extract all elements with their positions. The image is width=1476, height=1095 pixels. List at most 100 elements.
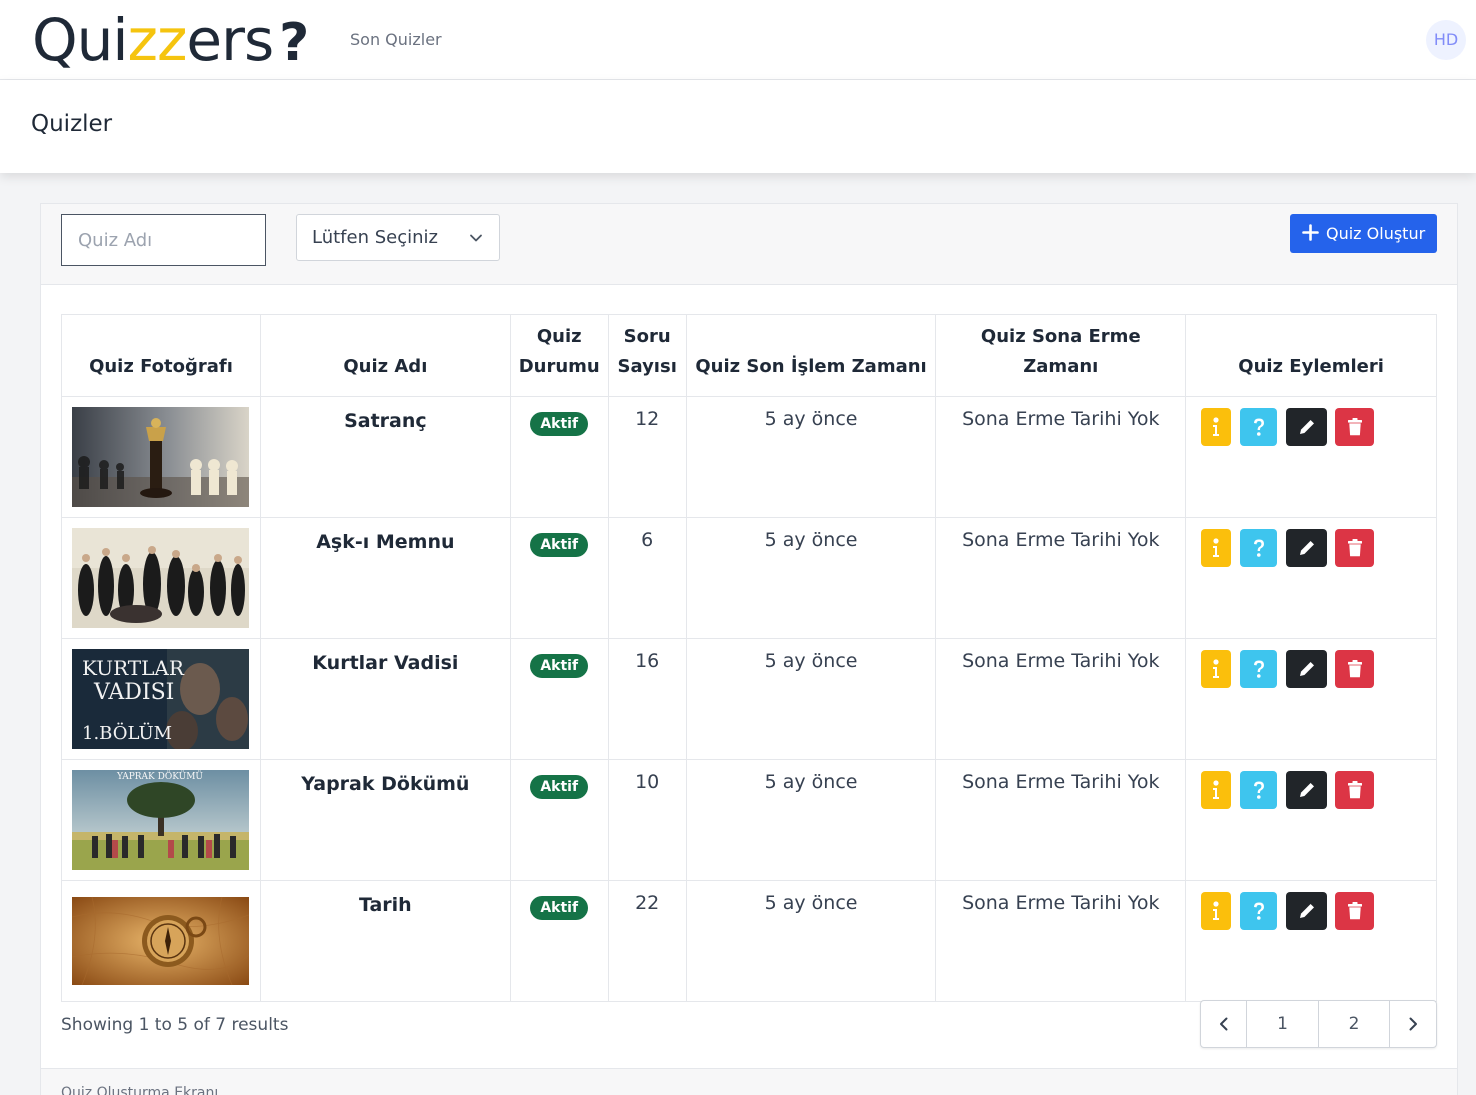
pencil-icon: [1299, 662, 1314, 676]
column-header-photo: Quiz Fotoğrafı: [61, 314, 261, 397]
quiz-list-card: Lütfen Seçiniz Quiz Oluştur Quiz Fotoğra…: [40, 203, 1458, 1095]
card-footer-text: Quiz Oluşturma Ekranı: [61, 1085, 219, 1095]
trash-icon: [1347, 902, 1362, 920]
quiz-edit-button[interactable]: [1286, 408, 1328, 446]
photo-cell: [61, 880, 261, 1002]
quiz-table: Quiz Fotoğrafı Quiz Adı Quiz Durumu Soru…: [61, 314, 1437, 1002]
pagination-previous-button[interactable]: [1201, 1001, 1247, 1047]
quiz-questions-button[interactable]: [1240, 771, 1278, 809]
quiz-info-button[interactable]: [1201, 892, 1232, 930]
quiz-delete-button[interactable]: [1335, 408, 1375, 446]
card-footer: Quiz Oluşturma Ekranı: [41, 1068, 1457, 1095]
status-cell: Aktif: [509, 396, 609, 518]
quiz-name-cell: Yaprak Dökümü: [259, 759, 511, 881]
quiz-info-button[interactable]: [1201, 771, 1232, 809]
question-count-cell: 12: [607, 396, 687, 518]
pagination-next-button[interactable]: [1390, 1001, 1436, 1047]
create-quiz-button[interactable]: Quiz Oluştur: [1290, 214, 1437, 253]
quiz-questions-button[interactable]: [1240, 892, 1278, 930]
quiz-photo-ask-i-memnu: [72, 528, 249, 628]
image-text-bolum: 1.BÖLÜM: [82, 721, 172, 744]
column-header-question-count: Soru Sayısı: [607, 314, 687, 397]
last-action-cell: 5 ay önce: [685, 880, 937, 1002]
quiz-photo-chess: [72, 407, 249, 507]
quiz-info-button[interactable]: [1201, 650, 1232, 688]
table-row: Aşk-ı Memnu Aktif 6 5 ay önce Sona Erme …: [61, 517, 1437, 639]
question-icon: [1253, 660, 1264, 678]
status-cell: Aktif: [509, 880, 609, 1002]
pencil-icon: [1299, 541, 1314, 555]
logo-question-mark: ?: [279, 13, 309, 73]
expiry-cell: Sona Erme Tarihi Yok: [935, 759, 1187, 881]
quiz-delete-button[interactable]: [1335, 892, 1375, 930]
quiz-edit-button[interactable]: [1286, 892, 1328, 930]
info-icon: [1213, 901, 1220, 920]
trash-icon: [1347, 781, 1362, 799]
chevron-right-icon: [1409, 1017, 1417, 1031]
quiz-info-button[interactable]: [1201, 529, 1232, 567]
logo-text-highlight: zz: [127, 6, 188, 74]
status-filter-value: Lütfen Seçiniz: [312, 227, 438, 248]
status-badge: Aktif: [530, 775, 589, 799]
expiry-cell: Sona Erme Tarihi Yok: [935, 880, 1187, 1002]
status-cell: Aktif: [509, 517, 609, 639]
last-action-cell: 5 ay önce: [685, 638, 937, 760]
trash-icon: [1347, 539, 1362, 557]
quiz-delete-button[interactable]: [1335, 529, 1375, 567]
last-action-cell: 5 ay önce: [685, 517, 937, 639]
quiz-edit-button[interactable]: [1286, 529, 1328, 567]
pagination-page-2[interactable]: 2: [1319, 1001, 1390, 1047]
expiry-cell: Sona Erme Tarihi Yok: [935, 517, 1187, 639]
logo-text-start: Qui: [32, 6, 129, 74]
image-text-kurtlar: KURTLAR: [82, 656, 185, 680]
column-header-last-action-time: Quiz Son İşlem Zamanı: [685, 314, 937, 397]
question-count-cell: 22: [607, 880, 687, 1002]
pencil-icon: [1299, 420, 1314, 434]
quiz-questions-button[interactable]: [1240, 650, 1278, 688]
quiz-photo-tarih: [72, 896, 249, 986]
expiry-cell: Sona Erme Tarihi Yok: [935, 396, 1187, 518]
logo[interactable]: Quizzers?: [32, 4, 309, 79]
image-text-yaprak-dokumu: YAPRAK DÖKÜMÜ: [116, 770, 203, 782]
quiz-name-cell: Tarih: [259, 880, 511, 1002]
photo-cell: KURTLAR VADISI 1.BÖLÜM: [61, 638, 261, 760]
question-count-cell: 6: [607, 517, 687, 639]
user-avatar[interactable]: HD: [1426, 20, 1466, 60]
quiz-delete-button[interactable]: [1335, 650, 1375, 688]
expiry-cell: Sona Erme Tarihi Yok: [935, 638, 1187, 760]
quiz-questions-button[interactable]: [1240, 529, 1278, 567]
create-quiz-label: Quiz Oluştur: [1326, 224, 1426, 243]
pencil-icon: [1299, 783, 1314, 797]
actions-cell: [1185, 759, 1437, 881]
page-title: Quizler: [31, 111, 113, 137]
table-row: Tarih Aktif 22 5 ay önce Sona Erme Tarih…: [61, 880, 1437, 1002]
image-text-vadisi: VADISI: [93, 680, 174, 705]
actions-cell: [1185, 638, 1437, 760]
trash-icon: [1347, 660, 1362, 678]
question-icon: [1253, 418, 1264, 436]
pagination-page-1[interactable]: 1: [1247, 1001, 1319, 1047]
question-icon: [1253, 539, 1264, 557]
status-cell: Aktif: [509, 759, 609, 881]
quiz-delete-button[interactable]: [1335, 771, 1375, 809]
status-badge: Aktif: [530, 412, 589, 436]
status-badge: Aktif: [530, 654, 589, 678]
info-icon: [1213, 538, 1220, 557]
quiz-edit-button[interactable]: [1286, 650, 1328, 688]
quiz-name-cell: Kurtlar Vadisi: [259, 638, 511, 760]
quiz-name-cell: Satranç: [259, 396, 511, 518]
status-badge: Aktif: [530, 896, 589, 920]
quiz-questions-button[interactable]: [1240, 408, 1278, 446]
quiz-edit-button[interactable]: [1286, 771, 1328, 809]
photo-cell: [61, 396, 261, 518]
quiz-photo-kurtlar-vadisi: KURTLAR VADISI 1.BÖLÜM: [72, 649, 249, 749]
column-header-actions: Quiz Eylemleri: [1185, 314, 1437, 397]
nav-link-recent-quizzes[interactable]: Son Quizler: [350, 30, 442, 49]
question-icon: [1253, 902, 1264, 920]
status-filter-select[interactable]: Lütfen Seçiniz: [296, 214, 500, 261]
quiz-name-search-input[interactable]: [61, 214, 266, 266]
quiz-info-button[interactable]: [1201, 408, 1232, 446]
actions-cell: [1185, 517, 1437, 639]
pagination: 1 2: [1200, 1000, 1437, 1048]
info-icon: [1213, 417, 1220, 436]
